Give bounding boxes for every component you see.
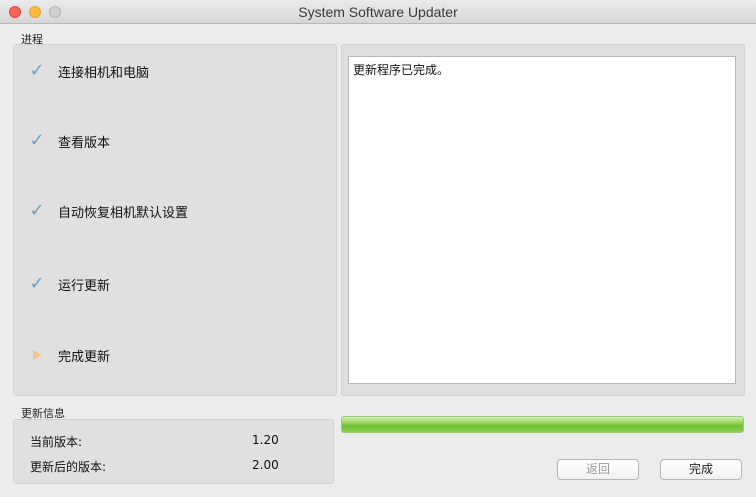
current-version-value: 1.20 bbox=[252, 433, 279, 447]
steps-panel: ✓ 连接相机和电脑 ✓ 查看版本 ✓ 自动恢复相机默认设置 ✓ 运行更新 完成更… bbox=[13, 44, 337, 396]
new-version-value: 2.00 bbox=[252, 458, 279, 472]
step-label: 查看版本 bbox=[58, 135, 111, 151]
checkmark-icon: ✓ bbox=[29, 130, 45, 151]
done-button[interactable]: 完成 bbox=[660, 459, 742, 480]
log-panel: 更新程序已完成。 bbox=[341, 44, 745, 396]
title-bar: System Software Updater bbox=[0, 0, 756, 24]
current-version-row: 当前版本: 1.20 bbox=[30, 433, 310, 451]
new-version-label: 更新后的版本: bbox=[30, 460, 107, 474]
window-title: System Software Updater bbox=[298, 4, 458, 20]
step-restore-defaults: ✓ 自动恢复相机默认设置 bbox=[14, 200, 324, 222]
arrow-right-icon bbox=[14, 350, 54, 360]
step-label: 运行更新 bbox=[58, 278, 111, 294]
checkmark-icon: ✓ bbox=[29, 60, 45, 81]
step-label: 自动恢复相机默认设置 bbox=[58, 205, 189, 221]
progress-fill bbox=[342, 417, 743, 432]
update-info-panel: 当前版本: 1.20 更新后的版本: 2.00 bbox=[13, 419, 334, 484]
step-label: 连接相机和电脑 bbox=[58, 65, 150, 81]
updater-window: System Software Updater 进程 ✓ 连接相机和电脑 ✓ 查… bbox=[0, 0, 756, 497]
current-version-label: 当前版本: bbox=[30, 435, 83, 449]
log-text-area[interactable]: 更新程序已完成。 bbox=[348, 56, 736, 384]
step-label: 完成更新 bbox=[58, 349, 111, 365]
checkmark-icon: ✓ bbox=[29, 273, 45, 294]
step-connect: ✓ 连接相机和电脑 bbox=[14, 60, 324, 82]
step-run-update: ✓ 运行更新 bbox=[14, 273, 324, 295]
step-check-version: ✓ 查看版本 bbox=[14, 130, 324, 152]
update-progress-bar bbox=[341, 416, 744, 433]
step-finish-update: 完成更新 bbox=[14, 344, 324, 366]
back-button[interactable]: 返回 bbox=[557, 459, 639, 480]
checkmark-icon: ✓ bbox=[29, 200, 45, 221]
new-version-row: 更新后的版本: 2.00 bbox=[30, 458, 310, 476]
